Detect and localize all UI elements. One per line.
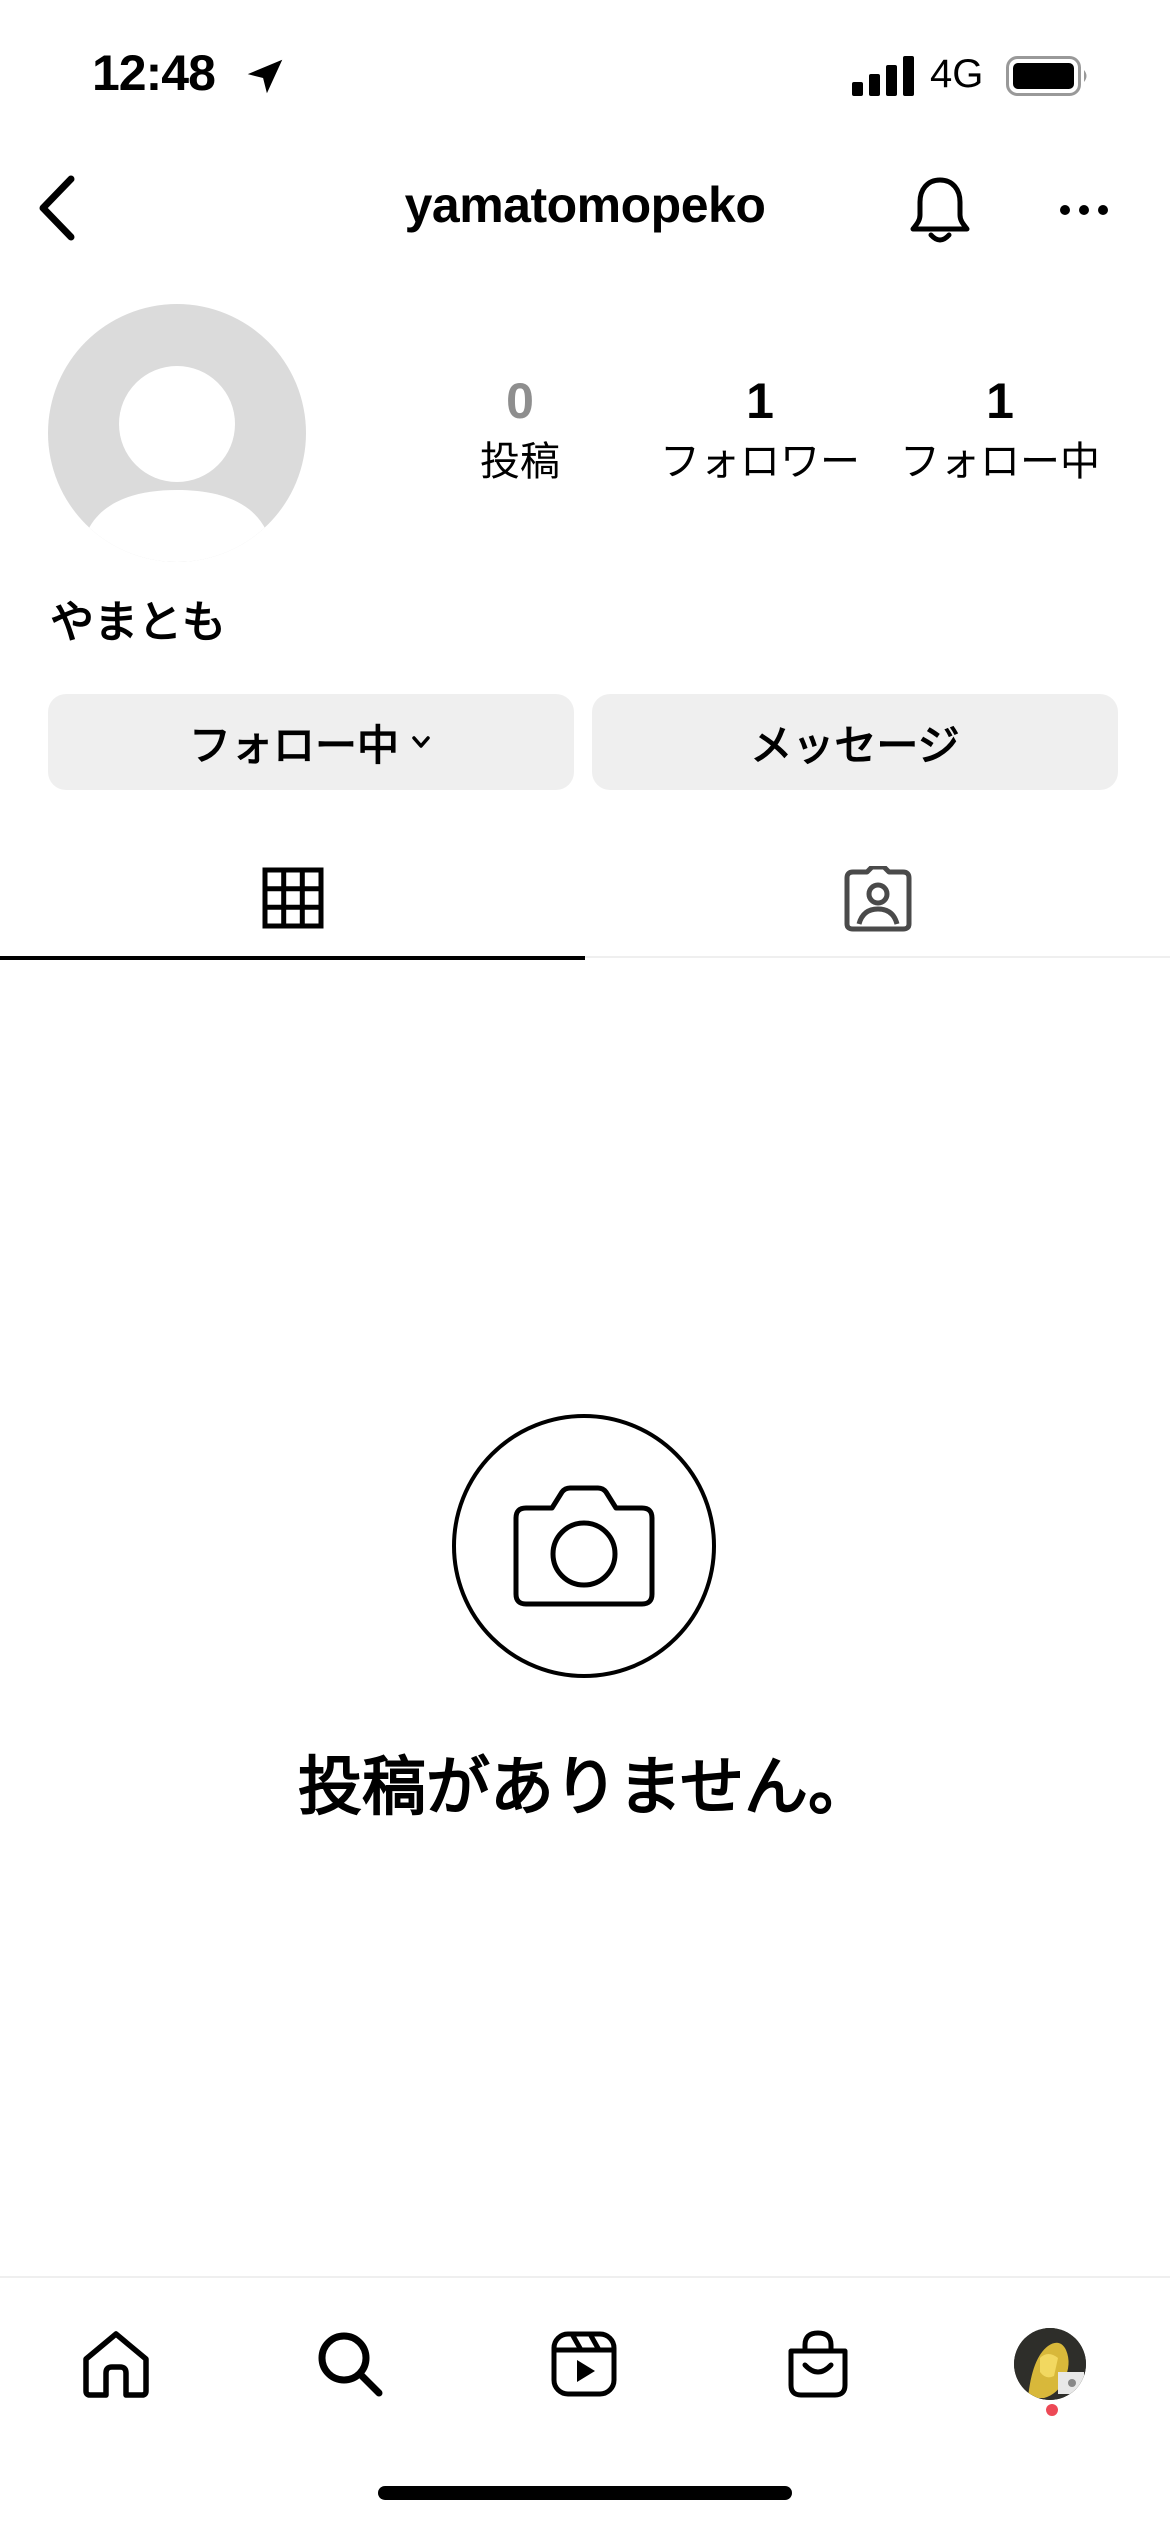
stat-posts-label: 投稿 [480,440,560,484]
tagged-person-icon [844,866,911,932]
nav-search[interactable] [300,2314,400,2414]
nav-reels[interactable] [534,2314,634,2414]
stat-followers-count: 1 [746,373,774,429]
default-avatar-icon [88,366,266,562]
camera-icon [513,1485,655,1607]
profile-header: yamatomopeko [0,150,1170,270]
more-horizontal-icon [1060,205,1108,215]
empty-state-camera-circle [452,1414,716,1678]
tab-tagged[interactable] [585,840,1170,958]
status-time: 12:48 [92,45,216,101]
location-arrow-icon [247,59,283,94]
following-button-label: フォロー中 [188,721,399,769]
shop-icon [788,2330,848,2398]
status-bar: 12:48 4G [0,0,1170,150]
notification-dot [1046,2404,1058,2416]
message-button-label: メッセージ [750,721,960,769]
nav-profile[interactable] [1000,2314,1100,2414]
stat-posts: 0 投稿 [400,376,640,482]
message-button[interactable]: メッセージ [592,694,1118,790]
grid-icon [262,867,323,929]
following-button[interactable]: フォロー中 [48,694,574,790]
content-tabs [0,840,1170,960]
battery-icon [1006,56,1087,96]
profile-photo-thumbnail [1014,2328,1086,2400]
network-type: 4G [930,52,984,96]
profile-avatar[interactable] [48,304,306,562]
stat-following[interactable]: 1 フォロー中 [880,376,1120,482]
empty-state-text: 投稿がありません。 [297,1751,873,1823]
nav-profile-avatar [1014,2328,1086,2400]
stat-following-count: 1 [986,373,1014,429]
stat-followers-label: フォロワー [660,440,860,484]
stat-posts-count: 0 [506,373,534,429]
signal-icon [852,56,914,96]
tab-posts-grid[interactable] [0,840,585,960]
chevron-down-icon [412,736,430,748]
stat-followers[interactable]: 1 フォロワー [640,376,880,482]
bell-icon [910,177,970,243]
stat-following-label: フォロー中 [900,440,1100,484]
reels-icon [551,2331,617,2397]
search-icon [318,2332,383,2397]
notifications-button[interactable] [900,170,980,250]
home-icon [83,2331,149,2398]
header-username: yamatomopeko [404,177,766,233]
display-name: やまとも [50,598,226,647]
more-options-button[interactable] [1044,170,1124,250]
home-indicator [378,2486,792,2500]
nav-shop[interactable] [768,2314,868,2414]
nav-home[interactable] [66,2314,166,2414]
